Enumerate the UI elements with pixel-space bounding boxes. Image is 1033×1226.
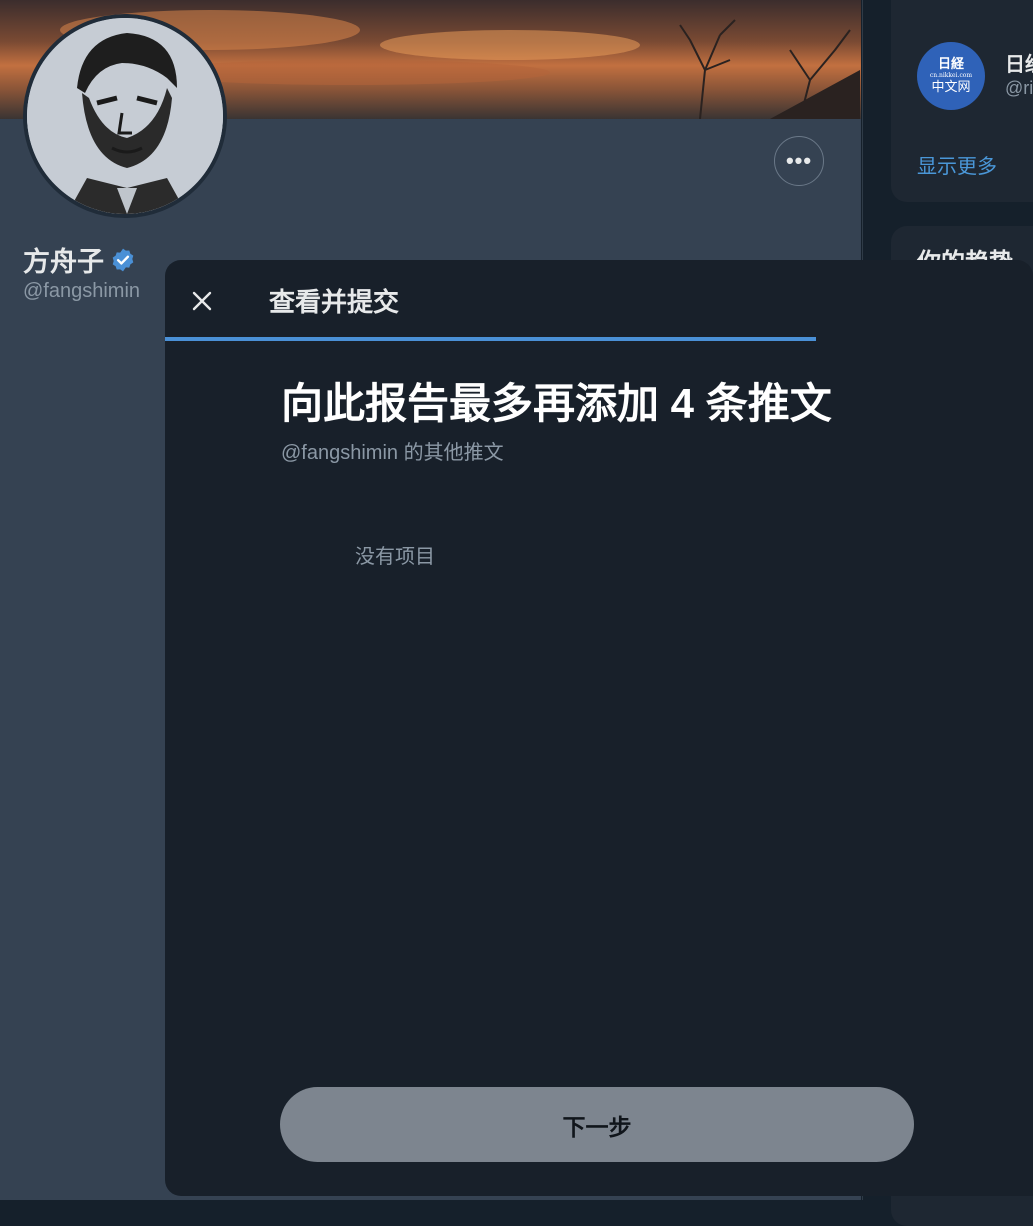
report-dialog: 查看并提交 向此报告最多再添加 4 条推文 @fangshimin 的其他推文 …: [165, 260, 1033, 1196]
close-button[interactable]: [183, 282, 221, 320]
account-handle: @ri: [1005, 78, 1033, 98]
progress-bar: [165, 337, 1033, 341]
tree-silhouette-icon: [679, 19, 860, 119]
profile-name: 方舟子: [23, 240, 136, 279]
dialog-heading: 向此报告最多再添加 4 条推文: [281, 380, 832, 427]
account-name[interactable]: 日经: [1005, 48, 1033, 77]
dialog-title: 查看并提交: [269, 287, 400, 317]
empty-state-text: 没有项目: [355, 546, 435, 568]
progress-bar-fill: [165, 337, 816, 341]
next-button[interactable]: 下一步: [280, 1087, 914, 1162]
show-more-link[interactable]: 显示更多: [917, 150, 997, 179]
who-to-follow-content: 日経 cn.nikkei.com 中文网 日经 @ri 显示更多: [863, 0, 1033, 222]
verified-badge-icon: [112, 248, 134, 271]
logo-text-mid: cn.nikkei.com: [929, 71, 973, 79]
logo-text-bottom: 中文网: [931, 79, 971, 95]
more-options-button[interactable]: •••: [774, 136, 824, 186]
profile-avatar[interactable]: [23, 14, 227, 218]
more-horizontal-icon: •••: [785, 148, 813, 173]
close-icon: [192, 291, 212, 311]
profile-name-text: 方舟子: [23, 247, 104, 277]
account-avatar[interactable]: 日経 cn.nikkei.com 中文网: [917, 42, 985, 110]
dialog-subheading: @fangshimin 的其他推文: [281, 442, 504, 464]
profile-handle: @fangshimin: [23, 280, 141, 302]
avatar-portrait-image: [27, 18, 223, 214]
logo-text-top: 日経: [937, 56, 964, 72]
